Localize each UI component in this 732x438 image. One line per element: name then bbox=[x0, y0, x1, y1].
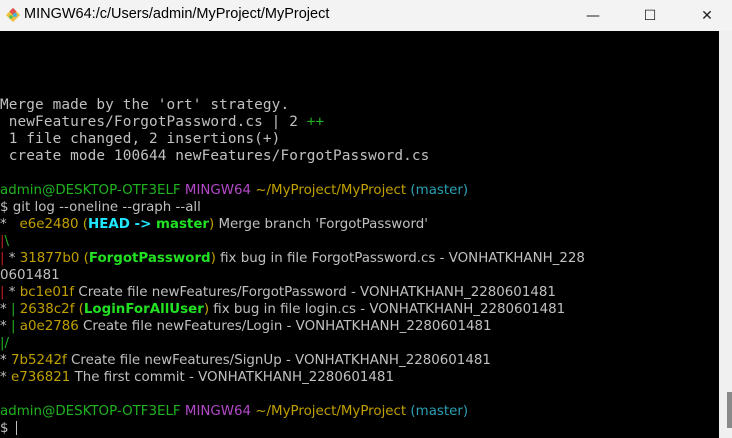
text-segment-text: * bbox=[0, 370, 11, 385]
text-segment-text: Create file newFeatures/Login - VONHATKH… bbox=[83, 319, 492, 334]
title-bar: MINGW64:/c/Users/admin/MyProject/MyProje… bbox=[0, 0, 732, 31]
text-segment-text: fix bug in file ForgotPassword.cs - VONH… bbox=[220, 251, 585, 266]
terminal-line: |/ bbox=[0, 335, 585, 352]
text-segment-text: $ bbox=[0, 421, 13, 436]
terminal-line: * | 2638c2f (LoginForAllUser) fix bug in… bbox=[0, 301, 585, 318]
terminal-line: $ git log --oneline --graph --all bbox=[0, 199, 585, 216]
text-segment-graph-green: | bbox=[10, 302, 20, 317]
text-segment-text: $ git log --oneline --graph --all bbox=[0, 200, 201, 215]
text-segment-hash: ) bbox=[209, 217, 219, 232]
text-segment-text: Merge branch 'ForgotPassword' bbox=[218, 217, 428, 232]
minimize-button[interactable]: — bbox=[570, 0, 616, 31]
terminal-line: |\ bbox=[0, 233, 585, 250]
text-segment-user: admin@DESKTOP-OTF3ELF bbox=[0, 404, 185, 419]
terminal-line: | * 31877b0 (ForgotPassword) fix bug in … bbox=[0, 250, 585, 267]
text-segment-text: * bbox=[0, 217, 20, 232]
text-cursor bbox=[15, 421, 17, 435]
text-segment-hash: 2638c2f ( bbox=[19, 302, 84, 317]
text-segment-graph-green: \ bbox=[4, 234, 10, 249]
terminal-line: * e6e2480 (HEAD -> master) Merge branch … bbox=[0, 216, 585, 233]
text-segment-branch: (master) bbox=[410, 404, 469, 419]
text-segment-hash: ) bbox=[210, 251, 221, 266]
text-segment-hash: a0e2786 bbox=[19, 319, 84, 334]
terminal-line: admin@DESKTOP-OTF3ELF MINGW64 ~/MyProjec… bbox=[0, 403, 585, 420]
text-segment-hash: bc1e01f bbox=[19, 285, 79, 300]
text-segment-text: * bbox=[0, 302, 11, 317]
text-segment-graph-green: |/ bbox=[0, 336, 10, 351]
text-segment-mingw: MINGW64 bbox=[184, 183, 256, 198]
terminal-line: Merge made by the 'ort' strategy. bbox=[0, 97, 585, 114]
text-segment-graph-green: | bbox=[10, 319, 20, 334]
text-segment-path: ~/MyProject/MyProject bbox=[255, 183, 411, 198]
text-segment-hash: 7b5242f bbox=[10, 353, 72, 368]
terminal-line: create mode 100644 newFeatures/ForgotPas… bbox=[0, 148, 585, 165]
scrollbar-thumb[interactable] bbox=[727, 392, 732, 428]
text-segment-local-branch: master bbox=[155, 217, 210, 232]
text-segment-text: * bbox=[0, 353, 11, 368]
text-segment-text: * bbox=[4, 285, 20, 300]
git-bash-icon bbox=[5, 7, 21, 23]
text-segment-mingw: MINGW64 bbox=[184, 404, 256, 419]
text-segment-text: newFeatures/ForgotPassword.cs | 2 bbox=[0, 114, 307, 130]
window-title: MINGW64:/c/Users/admin/MyProject/MyProje… bbox=[24, 6, 330, 22]
text-segment-hash: ) bbox=[203, 302, 214, 317]
text-segment-text: * bbox=[4, 251, 20, 266]
terminal-line: 0601481 bbox=[0, 267, 585, 284]
text-segment-text: create mode 100644 newFeatures/ForgotPas… bbox=[0, 148, 430, 164]
text-segment-hash: e6e2480 ( bbox=[19, 217, 89, 232]
maximize-button[interactable]: ☐ bbox=[627, 0, 673, 31]
text-segment-hash: e736821 bbox=[10, 370, 75, 385]
text-segment-text: Create file newFeatures/SignUp - VONHATK… bbox=[71, 353, 491, 368]
text-segment-local-branch: LoginForAllUser bbox=[83, 302, 204, 317]
text-segment-text: * bbox=[0, 319, 11, 334]
close-button[interactable]: ✕ bbox=[684, 0, 730, 31]
terminal-lines: Merge made by the 'ort' strategy. newFea… bbox=[0, 97, 585, 437]
text-segment-text: fix bug in file login.cs - VONHATKHANH_2… bbox=[213, 302, 566, 317]
text-segment-plus: ++ bbox=[306, 114, 325, 130]
vertical-scrollbar[interactable] bbox=[719, 31, 732, 438]
text-segment-text: Create file newFeatures/ForgotPassword -… bbox=[78, 285, 556, 300]
text-segment-user: admin@DESKTOP-OTF3ELF bbox=[0, 183, 185, 198]
text-segment-text: The first commit - VONHATKHANH_228060148… bbox=[74, 370, 394, 385]
terminal-line: | * bc1e01f Create file newFeatures/Forg… bbox=[0, 284, 585, 301]
text-segment-text: 0601481 bbox=[0, 268, 60, 283]
close-icon: ✕ bbox=[701, 7, 713, 24]
terminal-line: $ bbox=[0, 420, 585, 437]
text-segment-local-branch: ForgotPassword bbox=[88, 251, 211, 266]
minimize-icon: — bbox=[586, 7, 600, 24]
terminal-line: newFeatures/ForgotPassword.cs | 2 ++ bbox=[0, 114, 585, 131]
text-segment-text: 1 file changed, 2 insertions(+) bbox=[0, 131, 281, 147]
terminal-line: * 7b5242f Create file newFeatures/SignUp… bbox=[0, 352, 585, 369]
text-segment-text: Merge made by the 'ort' strategy. bbox=[0, 97, 290, 113]
text-segment-path: ~/MyProject/MyProject bbox=[255, 404, 411, 419]
terminal-line: * | a0e2786 Create file newFeatures/Logi… bbox=[0, 318, 585, 335]
terminal-line: 1 file changed, 2 insertions(+) bbox=[0, 131, 585, 148]
text-segment-hash: 31877b0 ( bbox=[19, 251, 89, 266]
text-segment-branch: (master) bbox=[410, 183, 469, 198]
terminal-line: admin@DESKTOP-OTF3ELF MINGW64 ~/MyProjec… bbox=[0, 182, 585, 199]
text-segment-head: HEAD -> bbox=[88, 217, 156, 232]
terminal-line: * e736821 The first commit - VONHATKHANH… bbox=[0, 369, 585, 386]
terminal-output[interactable]: Merge made by the 'ort' strategy. newFea… bbox=[0, 31, 719, 438]
maximize-icon: ☐ bbox=[643, 7, 657, 24]
